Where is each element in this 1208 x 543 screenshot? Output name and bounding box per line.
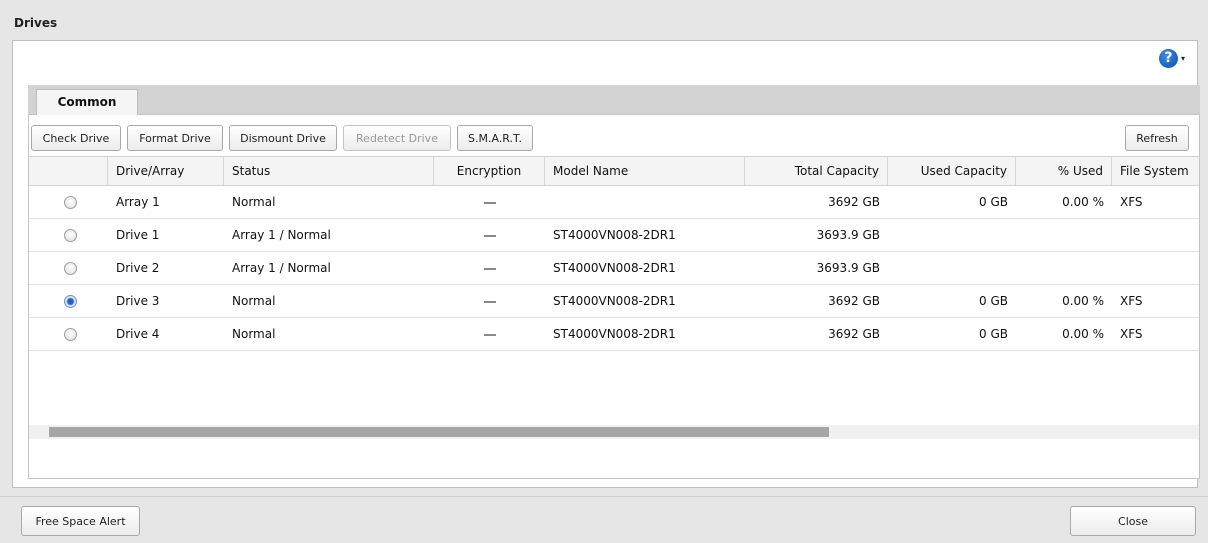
column-header-percent-used[interactable]: % Used (1016, 157, 1112, 186)
footer-divider (0, 496, 1208, 497)
total-capacity: 3692 GB (828, 327, 880, 341)
format-drive-button[interactable]: Format Drive (127, 125, 223, 151)
close-button[interactable]: Close (1070, 506, 1196, 536)
scrollbar-thumb[interactable] (49, 427, 829, 437)
drive-status: Array 1 / Normal (232, 261, 331, 275)
redetect-drive-button[interactable]: Redetect Drive (343, 125, 451, 151)
model-name (545, 186, 745, 218)
model-name: ST4000VN008-2DR1 (553, 228, 676, 242)
encryption-dash (483, 267, 496, 270)
table-body: Array 1 Normal 3692 GB 0 GB 0.00 % XFS D… (29, 186, 1199, 351)
help-icon: ? (1158, 48, 1178, 68)
help-menu-button[interactable]: ? ▾ (1155, 45, 1189, 71)
percent-used (1016, 219, 1112, 251)
drives-panel: ? ▾ Common Check Drive Format Drive Dism… (12, 40, 1200, 488)
encryption-value (434, 186, 545, 218)
horizontal-scrollbar[interactable] (29, 425, 1199, 439)
table-row[interactable]: Drive 2 Array 1 / Normal ST4000VN008-2DR… (29, 252, 1199, 285)
tab-common[interactable]: Common (36, 89, 138, 116)
file-system (1112, 219, 1199, 251)
encryption-dash (483, 333, 496, 336)
table-row[interactable]: Array 1 Normal 3692 GB 0 GB 0.00 % XFS (29, 186, 1199, 219)
drive-name: Drive 1 (116, 228, 160, 242)
used-capacity: 0 GB (979, 294, 1008, 308)
model-name: ST4000VN008-2DR1 (553, 327, 676, 341)
row-radio[interactable] (64, 262, 77, 275)
dismount-drive-button[interactable]: Dismount Drive (229, 125, 337, 151)
drive-name: Drive 2 (116, 261, 160, 275)
total-capacity: 3692 GB (828, 195, 880, 209)
total-capacity: 3693.9 GB (816, 228, 880, 242)
used-capacity: 0 GB (979, 195, 1008, 209)
file-system (1112, 252, 1199, 284)
table-row[interactable]: Drive 4 Normal ST4000VN008-2DR1 3692 GB … (29, 318, 1199, 351)
model-name: ST4000VN008-2DR1 (553, 294, 676, 308)
table-row[interactable]: Drive 1 Array 1 / Normal ST4000VN008-2DR… (29, 219, 1199, 252)
column-header-model-name[interactable]: Model Name (545, 157, 745, 186)
file-system: XFS (1120, 294, 1143, 308)
used-capacity (888, 252, 1016, 284)
dialog-title: Drives (14, 16, 58, 30)
encryption-dash (483, 201, 496, 204)
model-name: ST4000VN008-2DR1 (553, 261, 676, 275)
toolbar: Check Drive Format Drive Dismount Drive … (29, 115, 1199, 157)
percent-used: 0.00 % (1062, 294, 1104, 308)
file-system: XFS (1120, 327, 1143, 341)
tab-strip: Common (28, 85, 1200, 116)
refresh-button[interactable]: Refresh (1125, 125, 1189, 151)
free-space-alert-button[interactable]: Free Space Alert (21, 506, 140, 536)
drive-status: Normal (232, 294, 276, 308)
row-radio[interactable] (64, 328, 77, 341)
encryption-dash (483, 300, 496, 303)
file-system: XFS (1120, 195, 1143, 209)
check-drive-button[interactable]: Check Drive (31, 125, 121, 151)
column-header-status[interactable]: Status (224, 157, 434, 186)
column-header-encryption[interactable]: Encryption (434, 157, 545, 186)
encryption-value (434, 252, 545, 284)
smart-button[interactable]: S.M.A.R.T. (457, 125, 533, 151)
percent-used: 0.00 % (1062, 327, 1104, 341)
percent-used: 0.00 % (1062, 195, 1104, 209)
encryption-value (434, 285, 545, 317)
column-header-drive-array[interactable]: Drive/Array (108, 157, 224, 186)
encryption-value (434, 219, 545, 251)
used-capacity: 0 GB (979, 327, 1008, 341)
column-header-file-system[interactable]: File System (1112, 157, 1199, 186)
percent-used (1016, 252, 1112, 284)
row-radio[interactable] (64, 229, 77, 242)
drive-status: Normal (232, 195, 276, 209)
row-radio-selected[interactable] (64, 295, 77, 308)
chevron-down-icon: ▾ (1180, 53, 1185, 63)
drive-name: Drive 3 (116, 294, 160, 308)
row-radio[interactable] (64, 196, 77, 209)
drive-status: Normal (232, 327, 276, 341)
table-header: Drive/Array Status Encryption Model Name… (29, 156, 1199, 186)
drive-name: Drive 4 (116, 327, 160, 341)
table-row[interactable]: Drive 3 Normal ST4000VN008-2DR1 3692 GB … (29, 285, 1199, 318)
column-header-used-capacity[interactable]: Used Capacity (888, 157, 1016, 186)
drive-name: Array 1 (116, 195, 160, 209)
column-header-total-capacity[interactable]: Total Capacity (745, 157, 888, 186)
total-capacity: 3693.9 GB (816, 261, 880, 275)
total-capacity: 3692 GB (828, 294, 880, 308)
drive-status: Array 1 / Normal (232, 228, 331, 242)
column-header-select[interactable] (29, 157, 108, 186)
encryption-value (434, 318, 545, 350)
used-capacity (888, 219, 1016, 251)
encryption-dash (483, 234, 496, 237)
